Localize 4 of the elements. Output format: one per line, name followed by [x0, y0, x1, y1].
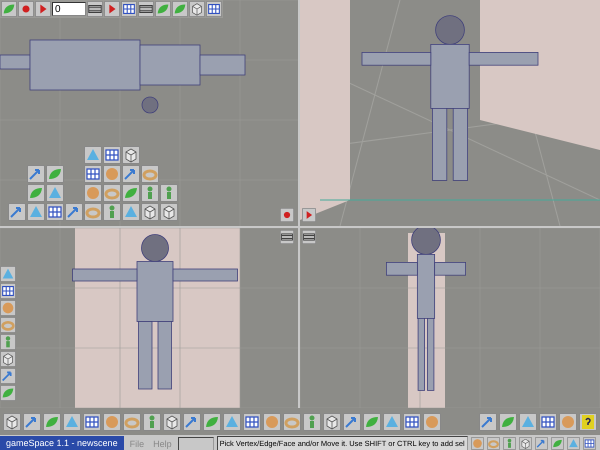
menu-item[interactable]: File [126, 438, 148, 448]
menu-item[interactable]: Help [150, 438, 175, 448]
frame-field[interactable]: 0 [52, 2, 86, 16]
window-title: gameSpace 1.1 - newscene [0, 436, 124, 450]
